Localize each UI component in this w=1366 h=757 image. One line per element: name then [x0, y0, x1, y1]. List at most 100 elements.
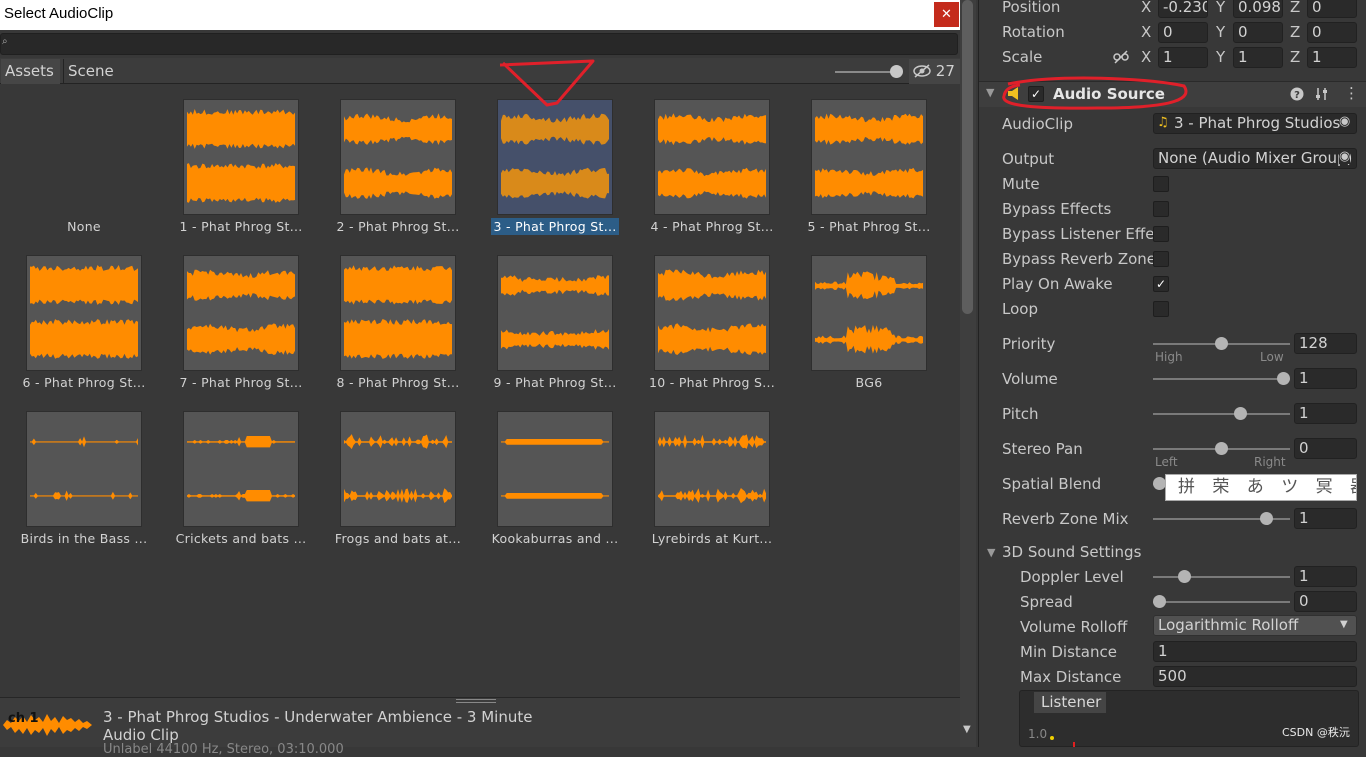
picker-scrollbar-thumb[interactable]	[962, 0, 973, 314]
waveform-icon	[815, 271, 923, 354]
tab-assets[interactable]: Assets	[1, 59, 60, 84]
waveform-thumbnail	[26, 411, 142, 527]
waveform-channel	[187, 163, 295, 203]
asset-name: BG6	[855, 375, 883, 390]
asset-name: 9 - Phat Phrog St...	[493, 375, 617, 390]
asset-item[interactable]: 5 - Phat Phrog St...	[769, 85, 930, 235]
toggle-checkbox[interactable]	[1153, 301, 1169, 317]
position-x-axis: X	[1141, 0, 1152, 16]
spread-field[interactable]: 0	[1294, 591, 1357, 612]
slider-value-field[interactable]: 128	[1294, 333, 1357, 354]
waveform-channel	[344, 319, 452, 359]
zoom-slider-track[interactable]	[835, 71, 897, 73]
scale-z-field[interactable]: 1	[1307, 47, 1357, 68]
waveform-channel	[187, 269, 295, 301]
audioclip-field[interactable]: 3 - Phat Phrog Studios	[1153, 113, 1357, 134]
slider-label: Reverb Zone Mix	[1002, 510, 1129, 528]
slider-knob[interactable]	[1259, 512, 1273, 525]
waveform-channel	[30, 436, 138, 448]
asset-item[interactable]: 10 - Phat Phrog S...	[612, 241, 775, 391]
output-field[interactable]: None (Audio Mixer Group)	[1153, 148, 1357, 169]
scale-x-field[interactable]: 1	[1158, 47, 1208, 68]
spread-track[interactable]	[1153, 601, 1290, 603]
doppler-knob[interactable]	[1177, 570, 1191, 583]
asset-item[interactable]: 4 - Phat Phrog St...	[612, 85, 773, 235]
rotation-y-field[interactable]: 0	[1233, 22, 1283, 43]
asset-item[interactable]: BG6	[769, 241, 927, 391]
min-distance-field[interactable]: 1	[1153, 641, 1357, 662]
slider-knob[interactable]	[1277, 372, 1290, 385]
annotation-ellipse	[1002, 76, 1188, 110]
zoom-slider-knob[interactable]	[890, 65, 903, 78]
spread-knob[interactable]	[1153, 595, 1166, 608]
waveform-thumbnail	[183, 255, 299, 371]
preview-resize-handle[interactable]	[456, 699, 496, 703]
waveform-thumbnail	[654, 255, 770, 371]
more-options-icon[interactable]: ⋮	[1344, 84, 1359, 102]
ime-toolbar[interactable]: 拼 荣 あ ツ 冥 器 ⛶	[1165, 474, 1357, 501]
asset-item[interactable]: Birds in the Bass ...	[0, 397, 147, 547]
doppler-field[interactable]: 1	[1294, 566, 1357, 587]
toggle-checkbox[interactable]	[1153, 201, 1169, 217]
slider-knob[interactable]	[1215, 442, 1228, 455]
toggle-checkbox[interactable]	[1153, 226, 1169, 242]
scale-y-field[interactable]: 1	[1233, 47, 1283, 68]
search-input[interactable]: ⌕	[0, 33, 958, 55]
waveform-channel	[658, 113, 766, 146]
3d-foldout-arrow-icon[interactable]: ▼	[987, 546, 995, 559]
toggle-checkbox[interactable]: ✓	[1153, 276, 1169, 292]
slider-value-field[interactable]: 0	[1294, 438, 1357, 459]
foldout-arrow-icon[interactable]: ▼	[986, 86, 994, 99]
slider-value-field[interactable]: 1	[1294, 403, 1357, 424]
3d-settings-header[interactable]: 3D Sound Settings	[1002, 543, 1141, 561]
slider-value-field[interactable]: 1	[1294, 368, 1357, 389]
asset-item[interactable]: 7 - Phat Phrog St...	[141, 241, 302, 391]
waveform-thumbnail	[340, 99, 456, 215]
slider-knob[interactable]	[1233, 407, 1247, 420]
help-icon[interactable]: ?	[1290, 87, 1304, 101]
object-picker-icon[interactable]: ◉	[1339, 114, 1350, 129]
scroll-down-arrow-icon[interactable]: ▼	[963, 724, 971, 735]
asset-item[interactable]: Frogs and bats at...	[298, 397, 461, 547]
waveform-icon	[815, 113, 923, 199]
asset-item[interactable]: 2 - Phat Phrog St...	[298, 85, 459, 235]
asset-item[interactable]: Lyrebirds at Kurt...	[612, 397, 772, 547]
waveform-channel	[658, 488, 766, 504]
asset-item[interactable]: 6 - Phat Phrog St...	[0, 241, 145, 391]
position-z-field[interactable]: 0	[1307, 0, 1357, 18]
toggle-checkbox[interactable]	[1153, 176, 1169, 192]
asset-item[interactable]: 3 - Phat Phrog St...	[455, 85, 619, 235]
rotation-z-field[interactable]: 0	[1307, 22, 1357, 43]
toggle-label: Play On Awake	[1002, 275, 1113, 293]
slider-track[interactable]	[1153, 378, 1290, 380]
waveform-channel	[658, 434, 766, 449]
rolloff-dropdown[interactable]: Logarithmic Rolloff	[1153, 615, 1357, 636]
waveform-channel	[187, 436, 295, 448]
presets-icon[interactable]	[1315, 87, 1329, 101]
position-x-field[interactable]: -0.230	[1158, 0, 1208, 18]
asset-item[interactable]: Kookaburras and ...	[455, 397, 618, 547]
asset-item[interactable]: 9 - Phat Phrog St...	[455, 241, 616, 391]
toggle-checkbox[interactable]	[1153, 251, 1169, 267]
close-button[interactable]: ✕	[934, 2, 959, 27]
position-y-field[interactable]: 0.098	[1233, 0, 1283, 18]
asset-item[interactable]: Crickets and bats ...	[141, 397, 306, 547]
listener-tab[interactable]: Listener	[1034, 692, 1106, 713]
asset-item[interactable]: None	[0, 85, 124, 235]
asset-item[interactable]: 1 - Phat Phrog St...	[141, 85, 302, 235]
max-distance-field[interactable]: 500	[1153, 666, 1357, 687]
waveform-channel	[658, 323, 766, 355]
constrain-proportions-icon[interactable]	[1113, 50, 1129, 64]
position-y-axis: Y	[1216, 0, 1226, 16]
tab-scene[interactable]: Scene	[63, 59, 123, 84]
hidden-packages-toggle[interactable]: 27	[909, 59, 961, 84]
toggle-label: Mute	[1002, 175, 1040, 193]
asset-item[interactable]: 8 - Phat Phrog St...	[298, 241, 459, 391]
doppler-track[interactable]	[1153, 576, 1290, 578]
slider-track[interactable]	[1153, 413, 1290, 415]
slider-knob[interactable]	[1215, 337, 1228, 350]
waveform-thumbnail	[340, 411, 456, 527]
slider-value-field[interactable]: 1	[1294, 508, 1357, 529]
rotation-x-field[interactable]: 0	[1158, 22, 1208, 43]
output-picker-icon[interactable]: ◉	[1339, 149, 1351, 164]
